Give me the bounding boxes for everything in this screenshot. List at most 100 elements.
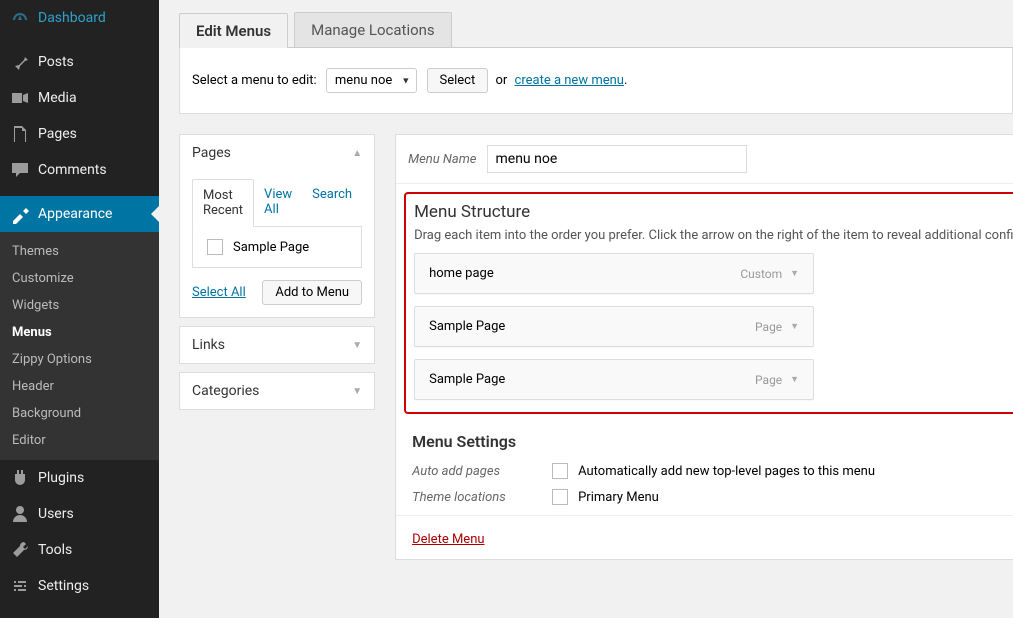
chevron-down-icon: ▼ bbox=[352, 386, 362, 397]
accordion-column: Pages ▲ Most Recent View All Search Samp… bbox=[179, 134, 375, 560]
menu-name-input[interactable] bbox=[487, 145, 747, 173]
pages-metabox: Pages ▲ Most Recent View All Search Samp… bbox=[179, 134, 375, 318]
page-checkbox-row[interactable]: Sample Page bbox=[192, 227, 362, 268]
sidebar-subitem-widgets[interactable]: Widgets bbox=[0, 292, 159, 319]
checkbox-primary-menu[interactable] bbox=[552, 489, 568, 505]
categories-metabox-toggle[interactable]: Categories ▼ bbox=[180, 373, 374, 409]
sidebar-label: Pages bbox=[38, 126, 77, 142]
sidebar-label: Dashboard bbox=[38, 10, 106, 26]
add-to-menu-button[interactable]: Add to Menu bbox=[262, 280, 362, 305]
chevron-down-icon[interactable]: ▼ bbox=[790, 374, 799, 385]
sidebar-item-dashboard[interactable]: Dashboard bbox=[0, 0, 159, 36]
menu-item-title: home page bbox=[429, 266, 494, 281]
chevron-down-icon[interactable]: ▼ bbox=[790, 321, 799, 332]
sidebar-subitem-editor[interactable]: Editor bbox=[0, 427, 159, 454]
chevron-up-icon: ▲ bbox=[352, 148, 362, 159]
sidebar-label: Settings bbox=[38, 578, 89, 594]
tab-most-recent[interactable]: Most Recent bbox=[192, 179, 254, 227]
menu-structure-title: Menu Structure bbox=[414, 202, 1013, 222]
categories-metabox: Categories ▼ bbox=[179, 372, 375, 410]
nav-tabs: Edit Menus Manage Locations bbox=[179, 12, 1013, 48]
theme-locations-label: Theme locations bbox=[412, 490, 552, 505]
sidebar-item-plugins[interactable]: Plugins bbox=[0, 460, 159, 496]
menu-item[interactable]: Sample Page Page ▼ bbox=[414, 359, 814, 400]
sidebar-subitem-customize[interactable]: Customize bbox=[0, 265, 159, 292]
settings-icon bbox=[10, 576, 30, 596]
sidebar-subitem-zippy[interactable]: Zippy Options bbox=[0, 346, 159, 373]
sidebar-item-comments[interactable]: Comments bbox=[0, 152, 159, 188]
sidebar-label: Posts bbox=[38, 54, 74, 70]
create-new-menu-link[interactable]: create a new menu bbox=[515, 73, 624, 88]
menu-item[interactable]: home page Custom ▼ bbox=[414, 253, 814, 294]
checkbox-sample-page[interactable] bbox=[207, 239, 223, 255]
checkbox-auto-add[interactable] bbox=[552, 463, 568, 479]
select-all-link[interactable]: Select All bbox=[192, 285, 246, 300]
chevron-down-icon: ▼ bbox=[352, 340, 362, 351]
tab-manage-locations[interactable]: Manage Locations bbox=[294, 12, 452, 47]
tab-edit-menus[interactable]: Edit Menus bbox=[179, 13, 288, 48]
sidebar-label: Plugins bbox=[38, 470, 84, 486]
select-button[interactable]: Select bbox=[427, 68, 489, 93]
pin-icon bbox=[10, 52, 30, 72]
tab-search[interactable]: Search bbox=[302, 179, 362, 226]
dashboard-icon bbox=[10, 8, 30, 28]
pages-filter-tabs: Most Recent View All Search bbox=[192, 179, 362, 227]
sidebar-label: Appearance bbox=[38, 206, 112, 222]
menu-item-type: Page bbox=[755, 373, 782, 387]
sidebar-label: Comments bbox=[38, 162, 107, 178]
sidebar-subitem-background[interactable]: Background bbox=[0, 400, 159, 427]
menu-edit-column: Menu Name Menu Structure Drag each item … bbox=[395, 134, 1013, 560]
theme-location-text: Primary Menu bbox=[578, 490, 659, 505]
sidebar-submenu: Themes Customize Widgets Menus Zippy Opt… bbox=[0, 232, 159, 460]
sidebar-item-users[interactable]: Users bbox=[0, 496, 159, 532]
appearance-icon bbox=[10, 204, 30, 224]
main-content: Edit Menus Manage Locations Select a men… bbox=[159, 0, 1013, 618]
menu-name-label: Menu Name bbox=[408, 152, 476, 167]
page-icon bbox=[10, 124, 30, 144]
select-menu-label: Select a menu to edit: bbox=[192, 73, 317, 88]
categories-metabox-title: Categories bbox=[192, 383, 259, 399]
pages-metabox-toggle[interactable]: Pages ▲ bbox=[180, 135, 374, 171]
tool-icon bbox=[10, 540, 30, 560]
sidebar-label: Users bbox=[38, 506, 74, 522]
menu-settings-title: Menu Settings bbox=[412, 432, 1013, 451]
menu-structure-highlight: Menu Structure Drag each item into the o… bbox=[404, 192, 1013, 414]
page-item-label: Sample Page bbox=[233, 240, 309, 255]
links-metabox-title: Links bbox=[192, 337, 225, 353]
or-text: or bbox=[495, 73, 507, 88]
menu-item[interactable]: Sample Page Page ▼ bbox=[414, 306, 814, 347]
sidebar-label: Tools bbox=[38, 542, 72, 558]
sidebar-item-pages[interactable]: Pages bbox=[0, 116, 159, 152]
auto-add-label: Auto add pages bbox=[412, 464, 552, 479]
links-metabox: Links ▼ bbox=[179, 326, 375, 364]
sidebar-item-settings[interactable]: Settings bbox=[0, 568, 159, 604]
auto-add-text: Automatically add new top-level pages to… bbox=[578, 464, 875, 479]
comment-icon bbox=[10, 160, 30, 180]
menu-edit-panel: Menu Name Menu Structure Drag each item … bbox=[395, 134, 1013, 560]
menu-item-title: Sample Page bbox=[429, 372, 505, 387]
menu-item-type: Page bbox=[755, 320, 782, 334]
sidebar-label: Media bbox=[38, 90, 77, 106]
pages-metabox-title: Pages bbox=[192, 145, 231, 161]
media-icon bbox=[10, 88, 30, 108]
menu-structure-hint: Drag each item into the order you prefer… bbox=[414, 228, 1013, 243]
menu-select-dropdown[interactable]: menu noe bbox=[326, 68, 417, 93]
plugin-icon bbox=[10, 468, 30, 488]
sidebar-item-tools[interactable]: Tools bbox=[0, 532, 159, 568]
user-icon bbox=[10, 504, 30, 524]
sidebar-item-media[interactable]: Media bbox=[0, 80, 159, 116]
menu-item-type: Custom bbox=[740, 267, 782, 281]
admin-sidebar: Dashboard Posts Media Pages Comments App… bbox=[0, 0, 159, 618]
sidebar-subitem-header[interactable]: Header bbox=[0, 373, 159, 400]
menu-settings-section: Menu Settings Auto add pages Automatical… bbox=[396, 422, 1013, 505]
sidebar-subitem-themes[interactable]: Themes bbox=[0, 238, 159, 265]
menu-selector-row: Select a menu to edit: menu noe Select o… bbox=[179, 48, 1013, 114]
menu-item-title: Sample Page bbox=[429, 319, 505, 334]
sidebar-item-posts[interactable]: Posts bbox=[0, 44, 159, 80]
links-metabox-toggle[interactable]: Links ▼ bbox=[180, 327, 374, 363]
delete-menu-link[interactable]: Delete Menu bbox=[412, 532, 484, 547]
chevron-down-icon[interactable]: ▼ bbox=[790, 268, 799, 279]
tab-view-all[interactable]: View All bbox=[254, 179, 302, 226]
sidebar-item-appearance[interactable]: Appearance bbox=[0, 196, 159, 232]
sidebar-subitem-menus[interactable]: Menus bbox=[0, 319, 159, 346]
